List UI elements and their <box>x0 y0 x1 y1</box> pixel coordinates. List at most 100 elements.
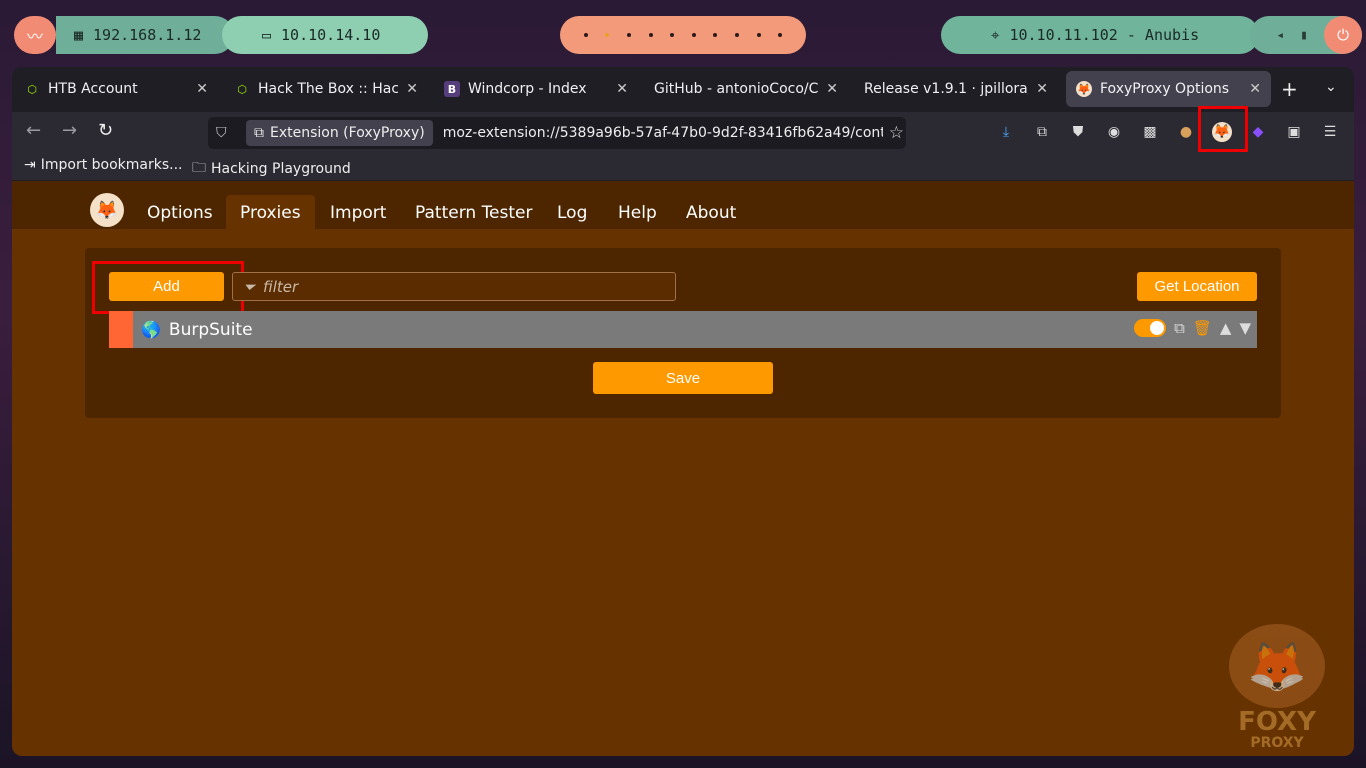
extension-identity-label: Extension (FoxyProxy) <box>270 125 425 141</box>
proxy-row-actions: ⧉ 🗑 ▲ ▼ <box>1134 319 1251 337</box>
move-up-icon[interactable]: ▲ <box>1220 319 1232 337</box>
ublock-icon[interactable]: ⛊ <box>1068 122 1088 142</box>
close-icon[interactable]: ✕ <box>826 81 838 97</box>
local-ip-text: 192.168.1.12 <box>93 26 202 44</box>
extension-icon[interactable]: ▣ <box>1284 122 1304 142</box>
tab-label: GitHub - antonioCoco/ConPtyShell <box>654 81 819 97</box>
tab-foxyproxy-options[interactable]: 🦊 FoxyProxy Options ✕ <box>1066 71 1271 107</box>
kali-menu-button[interactable]: 〰 <box>14 16 56 54</box>
htb-cube-icon: ⬡ <box>237 82 247 96</box>
spy-glasses-icon[interactable]: ◉ <box>1104 122 1124 142</box>
proxy-row-burpsuite[interactable]: 🌎 BurpSuite ⧉ 🗑 ▲ ▼ <box>109 311 1257 348</box>
bookmark-label: Hacking Playground <box>211 161 351 177</box>
power-button[interactable]: ⏻ <box>1324 16 1362 54</box>
puzzle-icon: ⧉ <box>254 125 264 141</box>
forward-button[interactable]: → <box>62 120 77 141</box>
tab-htb-account[interactable]: ⬡ HTB Account ✕ <box>14 71 218 107</box>
extensions-icon[interactable]: ⧉ <box>1032 122 1052 142</box>
url-text[interactable]: moz-extension://5389a96b-57af-47b0-9d2f-… <box>443 125 883 141</box>
back-button[interactable]: ← <box>26 120 41 141</box>
bookmark-star-icon[interactable]: ☆ <box>889 123 904 143</box>
laptop-icon: ▭ <box>262 26 272 44</box>
tab-label: HTB Account <box>48 81 138 97</box>
htb-cube-icon: ⬡ <box>27 82 37 96</box>
tab-pattern-tester[interactable]: Pattern Tester <box>401 195 547 229</box>
foxyproxy-watermark-logo: 🦊 FOXY PROXY <box>1222 624 1332 750</box>
target-widget: ⌖ 10.10.11.102 - Anubis <box>941 16 1259 54</box>
delete-trash-icon[interactable]: 🗑 <box>1193 319 1212 337</box>
workspace-dot[interactable] <box>583 33 588 37</box>
wappalyzer-icon[interactable]: ◆ <box>1248 122 1268 142</box>
watermark-text: FOXY <box>1238 707 1316 737</box>
desktop-topbar: 〰 ▦ 192.168.1.12 ▭ 10.10.14.10 ⌖ 10.10.1… <box>0 0 1366 70</box>
save-button[interactable]: Save <box>593 362 773 394</box>
workspace-dot[interactable] <box>626 33 631 37</box>
list-all-tabs-button[interactable]: ⌄ <box>1325 79 1337 95</box>
tab-windcorp[interactable]: B Windcorp - Index ✕ <box>434 71 638 107</box>
close-icon[interactable]: ✕ <box>616 81 628 97</box>
bookmark-import[interactable]: ⇥ Import bookmarks... <box>24 157 183 173</box>
tab-import[interactable]: Import <box>316 195 400 229</box>
move-down-icon[interactable]: ▼ <box>1239 319 1251 337</box>
close-icon[interactable]: ✕ <box>406 81 418 97</box>
tab-github-conptyshell[interactable]: GitHub - antonioCoco/ConPtyShell ✕ <box>644 71 848 107</box>
volume-icon[interactable]: ◂ <box>1276 28 1284 43</box>
tab-help[interactable]: Help <box>604 195 671 229</box>
tab-label: Windcorp - Index <box>468 81 587 97</box>
workspace-dot[interactable] <box>670 33 675 37</box>
workspace-dot[interactable] <box>735 33 739 37</box>
workspace-dot[interactable] <box>756 33 761 37</box>
proxies-panel: Add ⏷ filter Get Location 🌎 BurpSuite ⧉ … <box>85 248 1281 418</box>
proxy-color-bar <box>109 311 133 348</box>
extension-identity-chip[interactable]: ⧉ Extension (FoxyProxy) <box>246 120 433 146</box>
downloads-icon[interactable]: ⤓ <box>996 122 1016 142</box>
close-icon[interactable]: ✕ <box>1249 81 1261 97</box>
url-bar[interactable]: ⛉ ⧉ Extension (FoxyProxy) moz-extension:… <box>208 117 906 149</box>
tab-hack-the-box[interactable]: ⬡ Hack The Box :: Hack The Box ✕ <box>224 71 428 107</box>
tracking-shield-icon[interactable]: ⛉ <box>216 125 236 141</box>
import-icon: ⇥ <box>24 157 36 173</box>
reload-button[interactable]: ↻ <box>98 120 113 141</box>
tab-about[interactable]: About <box>672 195 750 229</box>
browser-window: ⬡ HTB Account ✕ ⬡ Hack The Box :: Hack T… <box>12 67 1354 756</box>
cookie-icon[interactable]: ● <box>1176 122 1196 142</box>
highlight-box-add-button <box>92 261 244 314</box>
close-icon[interactable]: ✕ <box>1036 81 1048 97</box>
proxy-enabled-toggle[interactable] <box>1134 319 1167 337</box>
filter-input[interactable]: ⏷ filter <box>232 272 676 301</box>
tab-strip: ⬡ HTB Account ✕ ⬡ Hack The Box :: Hack T… <box>12 67 1354 112</box>
hamburger-menu-icon[interactable]: ☰ <box>1320 122 1340 142</box>
get-location-button[interactable]: Get Location <box>1137 272 1257 301</box>
close-icon[interactable]: ✕ <box>196 81 208 97</box>
foxyproxy-options-page: 🦊 Options Proxies Import Pattern Tester … <box>12 181 1354 756</box>
workspace-dot[interactable] <box>713 33 718 37</box>
qr-code-icon[interactable]: ▩ <box>1140 122 1160 142</box>
bookmark-folder-hacking[interactable]: 🗀 Hacking Playground <box>192 157 351 181</box>
crosshair-icon: ⌖ <box>991 26 1000 44</box>
duplicate-icon[interactable]: ⧉ <box>1174 319 1185 337</box>
highlight-box-foxyproxy-icon <box>1198 106 1248 152</box>
system-tray: ◂ ▮ ⏻ <box>1250 16 1362 54</box>
proxy-name: BurpSuite <box>168 319 253 340</box>
tab-proxies[interactable]: Proxies <box>226 195 315 229</box>
bookmark-label: Import bookmarks... <box>40 157 183 173</box>
workspace-dot[interactable] <box>778 33 783 37</box>
target-text: 10.10.11.102 - Anubis <box>1009 26 1200 44</box>
tab-label: Release v1.9.1 · jpillora/chisel <box>864 81 1028 97</box>
fox-head-icon: 🦊 <box>1229 624 1325 708</box>
vpn-ip-text: 10.10.14.10 <box>281 26 381 44</box>
workspace-dot[interactable] <box>691 33 696 37</box>
navigation-toolbar: ← → ↻ ⛉ ⧉ Extension (FoxyProxy) moz-exte… <box>12 106 1354 152</box>
foxyproxy-nav: 🦊 Options Proxies Import Pattern Tester … <box>12 181 1354 229</box>
battery-icon[interactable]: ▮ <box>1300 28 1308 43</box>
tab-log[interactable]: Log <box>543 195 601 229</box>
tab-options[interactable]: Options <box>133 195 227 229</box>
new-tab-button[interactable]: + <box>1281 77 1298 101</box>
tab-chisel-release[interactable]: Release v1.9.1 · jpillora/chisel ✕ <box>854 71 1058 107</box>
folder-icon: 🗀 <box>192 160 206 176</box>
workspace-dot-active[interactable] <box>605 33 610 37</box>
foxyproxy-icon: 🦊 <box>1076 81 1092 97</box>
bookmarks-toolbar: ⇥ Import bookmarks... 🗀 Hacking Playgrou… <box>12 152 1354 180</box>
workspace-dot[interactable] <box>648 33 653 37</box>
workspace-switcher[interactable] <box>560 16 806 54</box>
